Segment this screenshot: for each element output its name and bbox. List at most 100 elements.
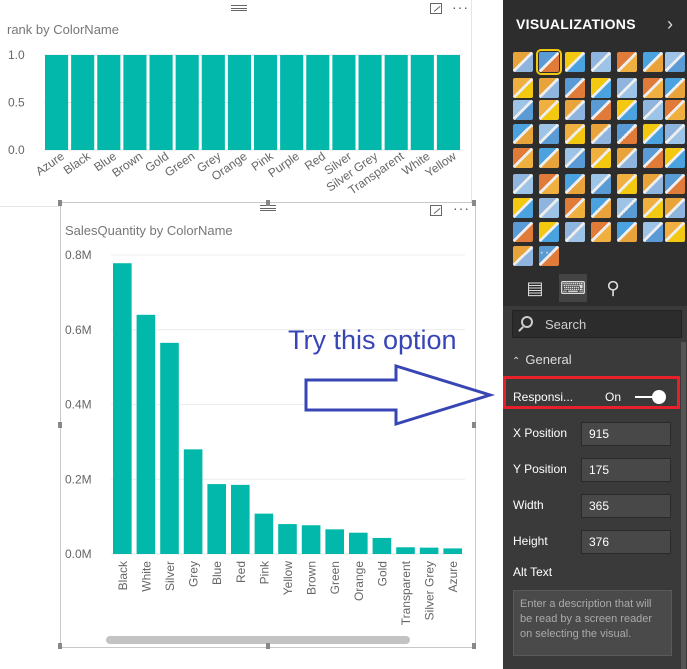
visual-type-47-icon[interactable] (617, 198, 637, 218)
visual-type-55-icon[interactable] (643, 222, 663, 242)
bar (325, 529, 344, 554)
responsive-toggle[interactable] (635, 390, 667, 404)
visual-type-18-icon[interactable] (591, 100, 611, 120)
y-tick-label: 0.5 (8, 96, 25, 110)
visual-type-50-icon[interactable] (513, 222, 533, 242)
height-input[interactable]: 376 (581, 530, 671, 554)
visual-type-21-icon[interactable] (665, 100, 685, 120)
horizontal-scrollbar[interactable] (106, 636, 410, 644)
visual-type-11-icon[interactable] (591, 78, 611, 98)
visual-type-42-icon[interactable] (665, 174, 685, 194)
alt-text-input[interactable]: Enter a description that will be read by… (513, 590, 672, 656)
visual-type-48-icon[interactable] (643, 198, 663, 218)
pane-scrollbar[interactable] (681, 342, 686, 669)
x-position-label: X Position (513, 426, 568, 440)
visual-type-10-icon[interactable] (565, 78, 585, 98)
search-box[interactable] (512, 310, 682, 338)
visual-type-33-icon[interactable] (617, 148, 637, 168)
visual-type-28-icon[interactable] (665, 124, 685, 144)
toggle-knob[interactable] (652, 390, 666, 404)
visual-type-15-icon[interactable] (513, 100, 533, 120)
visual-type-54-icon[interactable] (617, 222, 637, 242)
analytics-tab-icon[interactable]: ⚲ (599, 274, 627, 302)
visual-type-13-icon[interactable] (643, 78, 663, 98)
visual-type-5-icon[interactable] (617, 52, 637, 72)
y-position-input[interactable]: 175 (581, 458, 671, 482)
y-tick-label: 0.6M (65, 323, 92, 337)
collapse-pane-chevron-icon[interactable]: › (667, 14, 673, 35)
visual-type-39-icon[interactable] (591, 174, 611, 194)
visual-type-2-icon[interactable] (536, 49, 562, 75)
visual-type-27-icon[interactable] (643, 124, 663, 144)
resize-handle[interactable] (58, 422, 62, 428)
visual-type-43-icon[interactable] (513, 198, 533, 218)
bar (160, 342, 179, 554)
bar (149, 55, 173, 150)
format-paint-roller-tab-icon[interactable]: ⌨ (559, 274, 587, 302)
resize-handle[interactable] (266, 643, 270, 649)
visual-type-57-icon[interactable] (513, 246, 533, 266)
visual-type-22-icon[interactable] (513, 124, 533, 144)
visual-type-44-icon[interactable] (539, 198, 559, 218)
visual-type-34-icon[interactable] (643, 148, 663, 168)
resize-handle[interactable] (58, 643, 62, 649)
visual-type-14-icon[interactable] (665, 78, 685, 98)
visual-type-6-icon[interactable] (643, 52, 663, 72)
more-visuals-icon[interactable]: ··· (539, 244, 555, 262)
visual-type-37-icon[interactable] (539, 174, 559, 194)
visual-type-20-icon[interactable] (643, 100, 663, 120)
visual-type-7-icon[interactable] (665, 52, 685, 72)
visual-type-30-icon[interactable] (539, 148, 559, 168)
search-input[interactable] (543, 311, 679, 337)
visual-type-1-icon[interactable] (513, 52, 533, 72)
visual-type-8-icon[interactable] (513, 78, 533, 98)
x-tick-label: Azure (446, 561, 460, 593)
visual-type-51-icon[interactable] (539, 222, 559, 242)
visual-type-29-icon[interactable] (513, 148, 533, 168)
bar (301, 525, 321, 554)
visual-type-4-icon[interactable] (591, 52, 611, 72)
bar (136, 314, 156, 554)
resize-handle[interactable] (266, 200, 270, 206)
fields-tab-icon[interactable]: ▤ (521, 274, 549, 302)
resize-handle[interactable] (58, 200, 62, 206)
x-tick-label: Grey (187, 561, 201, 587)
visual-type-12-icon[interactable] (617, 78, 637, 98)
general-section-header[interactable]: ⌃ General (512, 352, 572, 367)
visual-type-53-icon[interactable] (591, 222, 611, 242)
search-icon (521, 316, 533, 328)
visual-type-40-icon[interactable] (617, 174, 637, 194)
visual-type-46-icon[interactable] (591, 198, 611, 218)
visual-type-32-icon[interactable] (591, 148, 611, 168)
y-tick-label: 0.0 (8, 143, 25, 157)
bar (254, 513, 274, 554)
rank-visual[interactable]: ··· rank by ColorName 0.0 0.5 1.0 Azure Blac… (0, 0, 472, 207)
visual-type-52-icon[interactable] (565, 222, 585, 242)
visual-type-38-icon[interactable] (565, 174, 585, 194)
visual-type-3-icon[interactable] (565, 52, 585, 72)
width-input[interactable]: 365 (581, 494, 671, 518)
responsive-state: On (605, 390, 622, 404)
visual-type-19-icon[interactable] (617, 100, 637, 120)
bar (123, 55, 147, 150)
visual-type-31-icon[interactable] (565, 148, 585, 168)
visual-type-56-icon[interactable] (665, 222, 685, 242)
x-tick-label: Transparent (399, 560, 413, 625)
visual-type-16-icon[interactable] (539, 100, 559, 120)
visual-type-25-icon[interactable] (591, 124, 611, 144)
visual-type-45-icon[interactable] (565, 198, 585, 218)
x-position-input[interactable]: 915 (581, 422, 671, 446)
resize-handle[interactable] (472, 643, 476, 649)
visual-type-9-icon[interactable] (539, 78, 559, 98)
visual-type-41-icon[interactable] (643, 174, 663, 194)
bar (45, 55, 69, 150)
visual-type-24-icon[interactable] (565, 124, 585, 144)
visual-type-36-icon[interactable] (513, 174, 533, 194)
resize-handle[interactable] (472, 200, 476, 206)
visual-type-17-icon[interactable] (565, 100, 585, 120)
visual-type-49-icon[interactable] (665, 198, 685, 218)
visual-type-23-icon[interactable] (539, 124, 559, 144)
visual-type-26-icon[interactable] (617, 124, 637, 144)
visual-type-35-icon[interactable] (665, 148, 685, 168)
x-tick-label: Black (61, 148, 94, 177)
